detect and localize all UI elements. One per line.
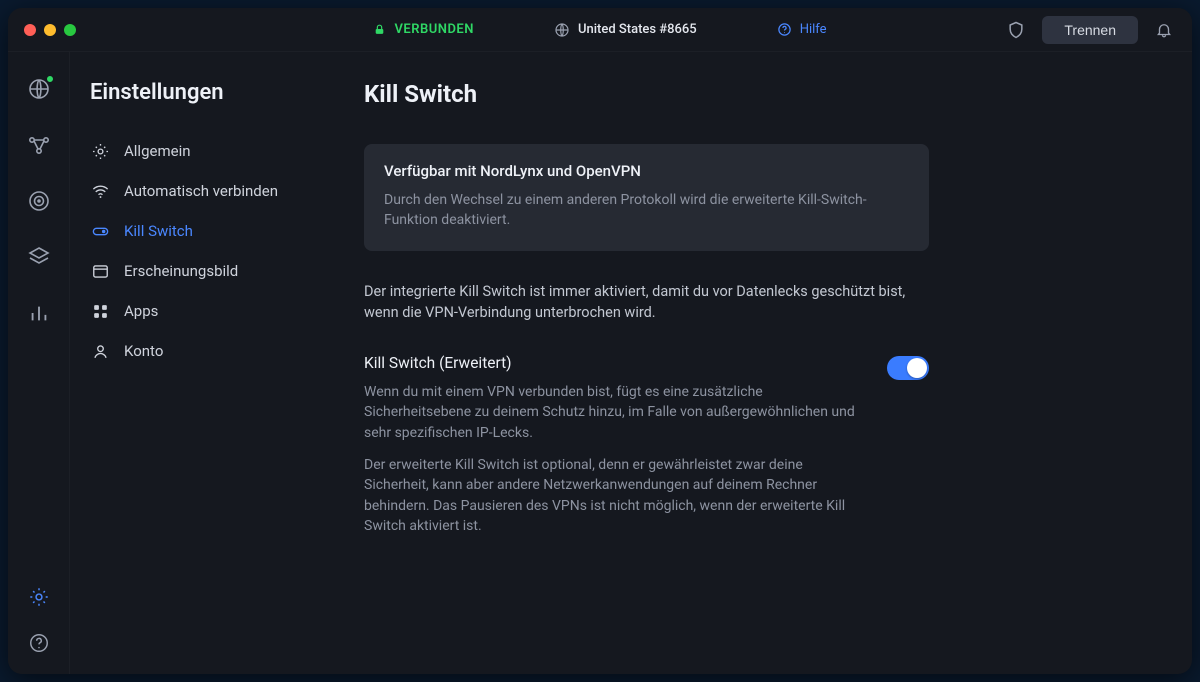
- rail-settings-icon[interactable]: [26, 584, 52, 610]
- left-rail: [8, 52, 70, 674]
- info-box-text: Durch den Wechsel zu einem anderen Proto…: [384, 190, 909, 231]
- wifi-icon: [90, 181, 110, 201]
- nav-item-apps[interactable]: Apps: [90, 301, 304, 321]
- rail-globe-icon[interactable]: [26, 76, 52, 102]
- gear-icon: [90, 141, 110, 161]
- help-icon: [777, 22, 792, 37]
- settings-nav-list: Allgemein Automatisch verbinden Kill Swi…: [90, 141, 304, 361]
- rail-stats-icon[interactable]: [26, 300, 52, 326]
- settings-sidebar: Einstellungen Allgemein Automatisch verb…: [70, 52, 320, 674]
- nav-item-account[interactable]: Konto: [90, 341, 304, 361]
- titlebar-right: Trennen: [1004, 8, 1176, 52]
- rail-layers-icon[interactable]: [26, 244, 52, 270]
- nav-item-kill-switch[interactable]: Kill Switch: [90, 221, 304, 241]
- nav-item-auto-connect[interactable]: Automatisch verbinden: [90, 181, 304, 201]
- shield-icon[interactable]: [1004, 18, 1028, 42]
- rail-target-icon[interactable]: [26, 188, 52, 214]
- page-title: Kill Switch: [364, 80, 1112, 108]
- rail-top: [26, 76, 52, 326]
- help-link[interactable]: Hilfe: [777, 22, 827, 37]
- toggle-knob-icon: [907, 358, 927, 378]
- rail-support-icon[interactable]: [26, 630, 52, 656]
- window-icon: [90, 261, 110, 281]
- setting-label: Kill Switch (Erweitert): [364, 354, 863, 372]
- nav-item-appearance[interactable]: Erscheinungsbild: [90, 261, 304, 281]
- server-label: United States #8665: [578, 22, 697, 37]
- help-label: Hilfe: [800, 22, 827, 37]
- info-box-title: Verfügbar mit NordLynx und OpenVPN: [384, 162, 909, 180]
- setting-row-kill-switch-advanced: Kill Switch (Erweitert) Wenn du mit eine…: [364, 354, 929, 548]
- nav-item-allgemein[interactable]: Allgemein: [90, 141, 304, 161]
- setting-desc-2: Der erweiterte Kill Switch ist optional,…: [364, 455, 863, 536]
- titlebar: VERBUNDEN United States #8665 Hilfe Tren…: [8, 8, 1192, 52]
- user-icon: [90, 341, 110, 361]
- nav-label: Konto: [124, 342, 163, 361]
- nav-label: Apps: [124, 302, 158, 321]
- nav-label: Erscheinungsbild: [124, 262, 238, 281]
- rail-bottom: [26, 584, 52, 656]
- kill-switch-advanced-toggle[interactable]: [887, 356, 929, 380]
- minimize-window-button[interactable]: [44, 24, 56, 36]
- settings-title: Einstellungen: [90, 80, 304, 105]
- nav-label: Allgemein: [124, 142, 191, 161]
- app-window: VERBUNDEN United States #8665 Hilfe Tren…: [8, 8, 1192, 674]
- connected-server[interactable]: United States #8665: [554, 22, 697, 38]
- nav-label: Kill Switch: [124, 222, 193, 241]
- disconnect-button[interactable]: Trennen: [1042, 16, 1138, 44]
- info-box: Verfügbar mit NordLynx und OpenVPN Durch…: [364, 144, 929, 251]
- close-window-button[interactable]: [24, 24, 36, 36]
- globe-icon: [554, 22, 570, 38]
- intro-text: Der integrierte Kill Switch ist immer ak…: [364, 281, 924, 325]
- status-dot-icon: [46, 75, 54, 83]
- rail-mesh-icon[interactable]: [26, 132, 52, 158]
- maximize-window-button[interactable]: [64, 24, 76, 36]
- switch-icon: [90, 221, 110, 241]
- connection-status: VERBUNDEN: [373, 22, 474, 37]
- grid-icon: [90, 301, 110, 321]
- setting-desc-1: Wenn du mit einem VPN verbunden bist, fü…: [364, 382, 863, 443]
- lock-icon: [373, 23, 386, 36]
- status-label: VERBUNDEN: [394, 22, 474, 37]
- nav-label: Automatisch verbinden: [124, 182, 278, 201]
- window-controls: [24, 24, 76, 36]
- bell-icon[interactable]: [1152, 18, 1176, 42]
- settings-content: Kill Switch Verfügbar mit NordLynx und O…: [320, 52, 1192, 674]
- setting-text: Kill Switch (Erweitert) Wenn du mit eine…: [364, 354, 863, 548]
- window-body: Einstellungen Allgemein Automatisch verb…: [8, 52, 1192, 674]
